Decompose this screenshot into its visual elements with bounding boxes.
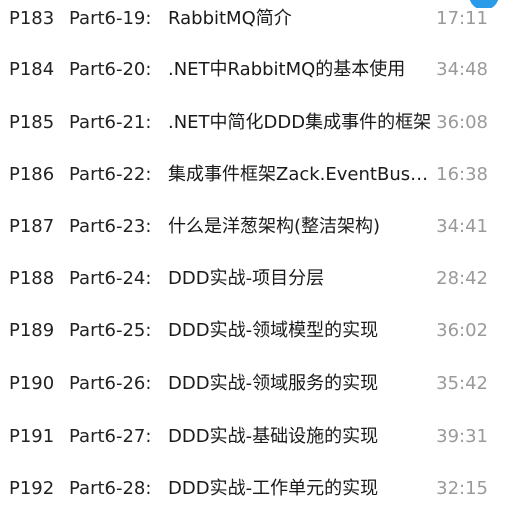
- episode-title: RabbitMQ简介: [168, 8, 292, 29]
- episode-title: .NET中简化DDD集成事件的框架: [168, 112, 432, 133]
- episode-duration: 34:48: [436, 59, 488, 80]
- episode-duration: 36:08: [436, 112, 488, 133]
- episode-row-p188[interactable]: P188 Part6-24: DDD实战-项目分层 28:42: [0, 253, 505, 305]
- episode-title: 什么是洋葱架构(整洁架构): [168, 216, 381, 237]
- episode-row-p191[interactable]: P191 Part6-27: DDD实战-基础设施的实现 39:31: [0, 411, 505, 463]
- episode-row-p183[interactable]: P183 Part6-19: RabbitMQ简介 17:11: [0, 0, 505, 45]
- episode-row-p185[interactable]: P185 Part6-21: .NET中简化DDD集成事件的框架 36:08: [0, 97, 505, 149]
- episode-duration: 36:02: [436, 320, 488, 341]
- episode-part: Part6-24:: [69, 268, 152, 289]
- episode-row-p184[interactable]: P184 Part6-20: .NET中RabbitMQ的基本使用 34:48: [0, 44, 505, 96]
- episode-part: Part6-25:: [69, 320, 152, 341]
- episode-part: Part6-26:: [69, 373, 152, 394]
- episode-title: DDD实战-工作单元的实现: [168, 478, 379, 499]
- episode-title: .NET中RabbitMQ的基本使用: [168, 59, 406, 80]
- episode-duration: 32:15: [436, 478, 488, 499]
- episode-row-p192[interactable]: P192 Part6-28: DDD实战-工作单元的实现 32:15: [0, 463, 505, 513]
- episode-row-p186[interactable]: P186 Part6-22: 集成事件框架Zack.EventBus的使用 16…: [0, 149, 505, 201]
- episode-part: Part6-20:: [69, 59, 152, 80]
- episode-number: P187: [9, 216, 55, 237]
- episode-number: P186: [9, 164, 55, 185]
- episode-row-p190[interactable]: P190 Part6-26: DDD实战-领域服务的实现 35:42: [0, 358, 505, 410]
- episode-part: Part6-19:: [69, 8, 152, 29]
- episode-duration: 39:31: [436, 426, 488, 447]
- episode-duration: 17:11: [436, 8, 488, 29]
- episode-duration: 34:41: [436, 216, 488, 237]
- episode-duration: 28:42: [436, 268, 488, 289]
- episode-list: P183 Part6-19: RabbitMQ简介 17:11 P184 Par…: [0, 0, 505, 513]
- episode-number: P192: [9, 478, 55, 499]
- episode-part: Part6-28:: [69, 478, 152, 499]
- episode-title: 集成事件框架Zack.EventBus的使用: [168, 164, 434, 185]
- episode-part: Part6-22:: [69, 164, 152, 185]
- episode-number: P190: [9, 373, 55, 394]
- episode-title: DDD实战-项目分层: [168, 268, 325, 289]
- episode-number: P191: [9, 426, 55, 447]
- episode-row-p187[interactable]: P187 Part6-23: 什么是洋葱架构(整洁架构) 34:41: [0, 201, 505, 253]
- episode-part: Part6-27:: [69, 426, 152, 447]
- episode-title: DDD实战-领域模型的实现: [168, 320, 379, 341]
- episode-number: P184: [9, 59, 55, 80]
- episode-number: P189: [9, 320, 55, 341]
- episode-row-p189[interactable]: P189 Part6-25: DDD实战-领域模型的实现 36:02: [0, 305, 505, 357]
- episode-duration: 16:38: [436, 164, 488, 185]
- episode-part: Part6-23:: [69, 216, 152, 237]
- episode-title: DDD实战-基础设施的实现: [168, 426, 379, 447]
- episode-title: DDD实战-领域服务的实现: [168, 373, 379, 394]
- episode-number: P183: [9, 8, 55, 29]
- episode-part: Part6-21:: [69, 112, 152, 133]
- episode-number: P188: [9, 268, 55, 289]
- episode-duration: 35:42: [436, 373, 488, 394]
- episode-number: P185: [9, 112, 55, 133]
